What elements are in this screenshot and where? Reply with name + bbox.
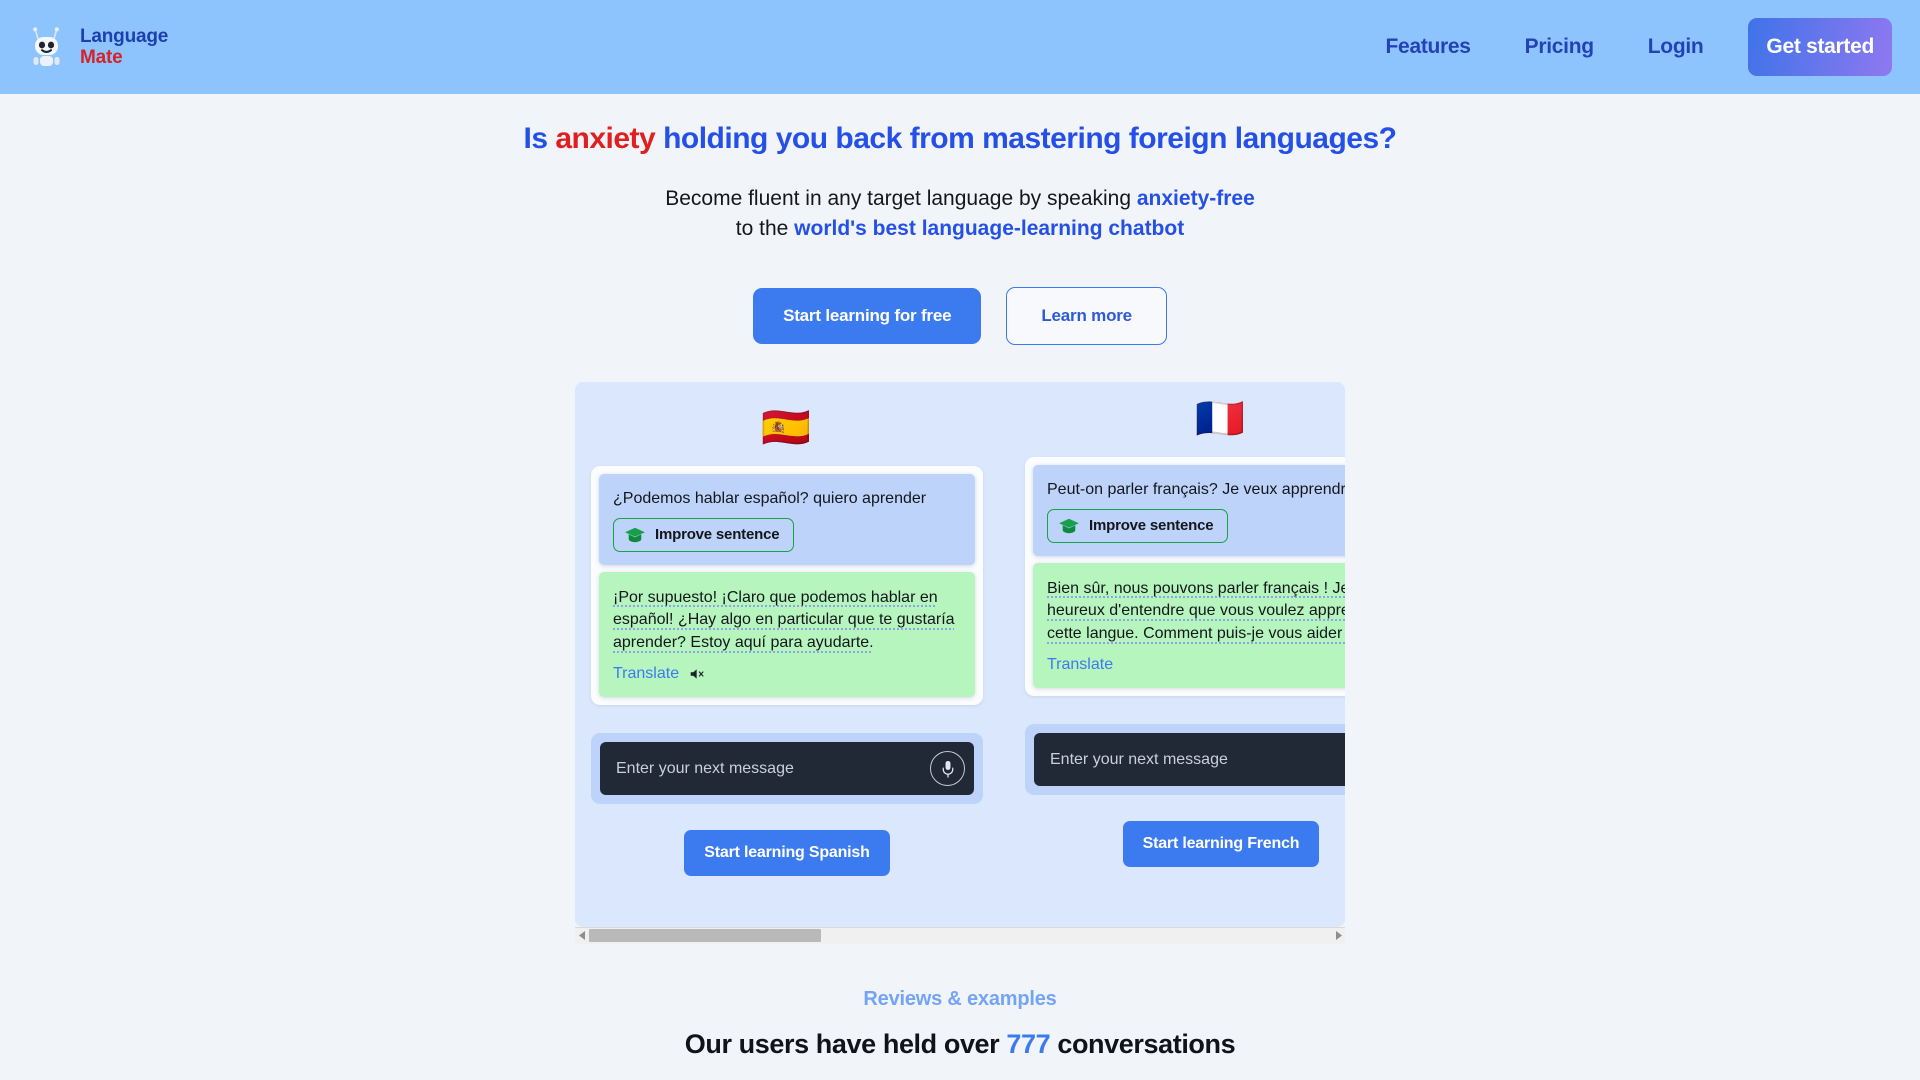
start-learning-free-button[interactable]: Start learning for free bbox=[753, 287, 982, 344]
message-input-shell bbox=[591, 733, 983, 805]
message-input-bar[interactable] bbox=[1034, 733, 1345, 787]
get-started-button[interactable]: Get started bbox=[1748, 18, 1892, 76]
user-message-text: ¿Podemos hablar español? quiero aprender bbox=[613, 489, 927, 507]
subtitle-line1-plain: Become fluent in any target language by … bbox=[665, 187, 1137, 210]
headline-text-1: Is bbox=[523, 122, 556, 155]
graduation-cap-icon bbox=[1058, 517, 1080, 535]
reviews-title-part1: Our users have held over bbox=[684, 1028, 1007, 1059]
hero-cta-row: Start learning for free Learn more bbox=[0, 286, 1920, 345]
improve-sentence-label: Improve sentence bbox=[655, 526, 780, 544]
subtitle-line1-strong: anxiety-free bbox=[1136, 187, 1255, 210]
nav-link-login[interactable]: Login bbox=[1621, 35, 1731, 59]
bot-message-bubble: ¡Por supuesto! ¡Claro que podemos hablar… bbox=[599, 571, 975, 698]
reviews-title-part2: conversations bbox=[1050, 1028, 1236, 1059]
improve-sentence-label: Improve sentence bbox=[1089, 517, 1214, 535]
bot-message-text: Bien sûr, nous pouvons parler français !… bbox=[1047, 579, 1345, 643]
demo-card-spanish: 🇪🇸 ¿Podemos hablar español? quiero apren… bbox=[591, 404, 983, 927]
user-message-bubble: Peut-on parler français? Je veux apprend… bbox=[1033, 464, 1345, 556]
main-nav: Features Pricing Login Get started bbox=[1359, 18, 1892, 76]
demo-carousel: 🇪🇸 ¿Podemos hablar español? quiero apren… bbox=[575, 381, 1345, 944]
nav-link-features[interactable]: Features bbox=[1359, 35, 1498, 59]
site-header: Language Mate Features Pricing Login Get… bbox=[0, 0, 1920, 94]
brand-line-mate: Mate bbox=[80, 47, 123, 68]
chat-card: ¿Podemos hablar español? quiero aprender… bbox=[591, 465, 983, 706]
horizontal-scrollbar[interactable] bbox=[575, 926, 1345, 944]
learn-more-button[interactable]: Learn more bbox=[1006, 286, 1167, 345]
message-input-shell bbox=[1025, 724, 1345, 796]
graduation-cap-icon bbox=[624, 526, 646, 544]
reviews-title: Our users have held over 777 conversatio… bbox=[0, 1029, 1920, 1060]
speaker-mute-icon[interactable] bbox=[689, 667, 706, 681]
brand-logo[interactable]: Language Mate bbox=[24, 22, 168, 72]
hero-subtitle: Become fluent in any target language by … bbox=[0, 184, 1920, 245]
bot-message-actions: Translate bbox=[1047, 656, 1345, 674]
bot-message-bubble: Bien sûr, nous pouvons parler français !… bbox=[1033, 562, 1345, 689]
message-input[interactable] bbox=[1050, 750, 1345, 769]
message-input[interactable] bbox=[616, 759, 920, 778]
start-learning-spanish-button[interactable]: Start learning Spanish bbox=[684, 830, 890, 877]
chat-card: Peut-on parler français? Je veux apprend… bbox=[1025, 456, 1345, 697]
brand-line-language: Language bbox=[80, 25, 169, 47]
brand-text: Language Mate bbox=[80, 26, 168, 69]
conversation-count: 777 bbox=[1006, 1028, 1051, 1059]
bot-message-text: ¡Por supuesto! ¡Claro que podemos hablar… bbox=[613, 588, 955, 652]
nav-link-pricing[interactable]: Pricing bbox=[1498, 35, 1621, 59]
improve-sentence-button[interactable]: Improve sentence bbox=[613, 517, 795, 552]
headline-text-2: holding you back from mastering foreign … bbox=[655, 122, 1397, 155]
translate-link[interactable]: Translate bbox=[1047, 656, 1113, 674]
scrollbar-thumb[interactable] bbox=[589, 929, 821, 943]
user-message-bubble: ¿Podemos hablar español? quiero aprender… bbox=[599, 473, 975, 565]
subtitle-line2-plain: to the bbox=[735, 217, 795, 241]
reviews-eyebrow: Reviews & examples bbox=[863, 987, 1057, 1010]
microphone-button[interactable] bbox=[930, 751, 965, 787]
demo-card-french: 🇫🇷 Peut-on parler français? Je veux appr… bbox=[1025, 395, 1345, 927]
hero-section: Is anxiety holding you back from masteri… bbox=[0, 122, 1920, 345]
reviews-section: Reviews & examples Our users have held o… bbox=[0, 988, 1920, 1060]
improve-sentence-button[interactable]: Improve sentence bbox=[1047, 508, 1229, 543]
subtitle-line2-strong: world's best language-learning chatbot bbox=[794, 217, 1185, 241]
flag-icon-spain: 🇪🇸 bbox=[761, 405, 813, 450]
microphone-icon bbox=[941, 760, 955, 778]
message-input-bar[interactable] bbox=[600, 742, 974, 796]
scrollbar-track[interactable] bbox=[589, 927, 1331, 944]
demo-scroll-viewport[interactable]: 🇪🇸 ¿Podemos hablar español? quiero apren… bbox=[575, 381, 1345, 927]
page-title: Is anxiety holding you back from masteri… bbox=[0, 122, 1920, 156]
start-learning-french-button[interactable]: Start learning French bbox=[1122, 821, 1320, 868]
scroll-right-arrow-icon[interactable] bbox=[1331, 927, 1345, 944]
headline-highlight: anxiety bbox=[555, 122, 656, 155]
bot-message-actions: Translate bbox=[613, 665, 961, 683]
translate-link[interactable]: Translate bbox=[613, 665, 679, 683]
robot-icon bbox=[24, 22, 70, 72]
scroll-left-arrow-icon[interactable] bbox=[575, 927, 589, 944]
flag-icon-france: 🇫🇷 bbox=[1195, 396, 1247, 441]
user-message-text: Peut-on parler français? Je veux apprend… bbox=[1047, 480, 1345, 498]
